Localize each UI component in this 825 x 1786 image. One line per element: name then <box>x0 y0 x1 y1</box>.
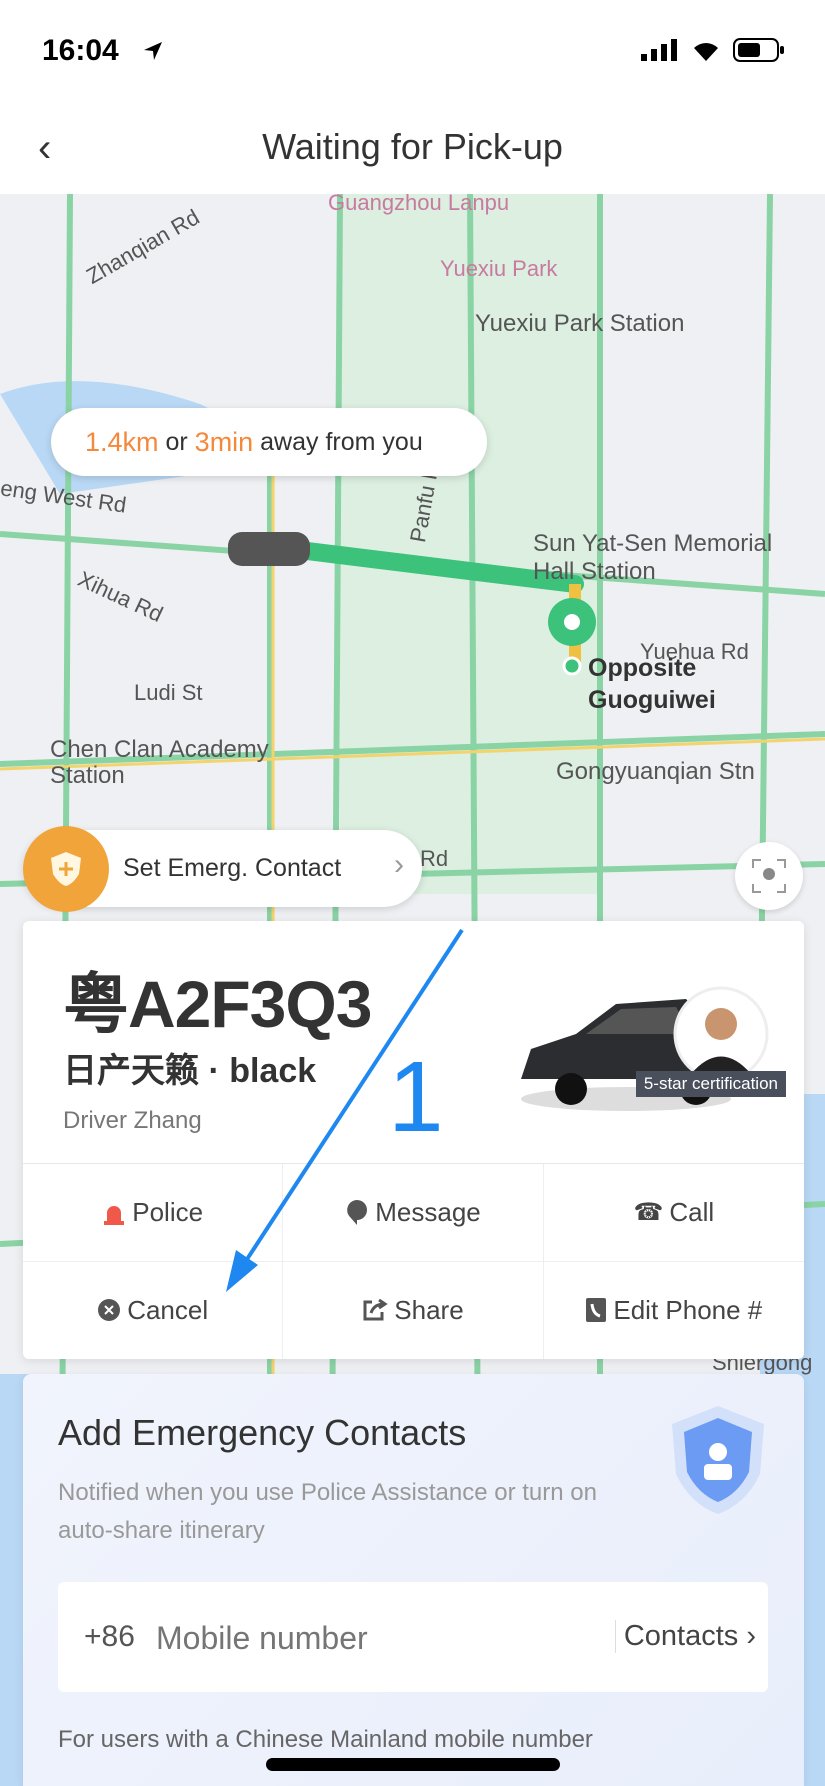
annotation-number: 1 <box>388 1041 444 1153</box>
edit-phone-icon <box>586 1298 607 1323</box>
police-button[interactable]: Police <box>23 1164 284 1262</box>
emergency-contacts-subtitle: Notified when you use Police Assistance … <box>58 1479 597 1544</box>
shield-plus-icon <box>23 826 109 912</box>
cancel-label: Cancel <box>127 1294 209 1325</box>
call-button[interactable]: ☎ Call <box>543 1164 804 1262</box>
map-label: Yuexiu Park <box>440 256 558 281</box>
chevron-right-icon: › <box>746 1620 756 1652</box>
map-label: Yuexiu Park Station <box>475 310 685 337</box>
share-button[interactable]: Share <box>283 1261 544 1359</box>
map-label: Hall Station <box>533 558 656 585</box>
pickup-label: Guoguiwei <box>588 686 716 714</box>
cancel-icon <box>98 1299 121 1322</box>
map-label: Station <box>50 762 125 789</box>
nav-header: ‹ Waiting for Pick-up <box>0 100 825 194</box>
alarm-icon <box>104 1206 125 1226</box>
battery-icon <box>733 38 784 62</box>
map-label: Chen Clan Academy <box>50 736 269 763</box>
pickup-label: Opposite <box>588 654 697 682</box>
cancel-button[interactable]: Cancel <box>23 1261 284 1359</box>
location-arrow-icon <box>144 42 162 60</box>
map-label: Guangzhou Lanpu <box>328 194 510 215</box>
eta-bubble: 1.4km or 3min away from you <box>51 408 487 476</box>
share-label: Share <box>394 1294 464 1325</box>
police-label: Police <box>132 1196 204 1227</box>
phone-icon: ☎ <box>633 1198 664 1226</box>
emergency-contacts-panel: Add Emergency Contacts Notified when you… <box>23 1374 804 1786</box>
eta-time: 3min <box>194 426 254 457</box>
mobile-number-input[interactable] <box>156 1620 556 1657</box>
country-code[interactable]: +86 <box>84 1620 135 1654</box>
eta-distance: 1.4km <box>85 426 159 457</box>
call-label: Call <box>669 1196 715 1227</box>
status-time: 16:04 <box>42 34 119 67</box>
message-icon <box>347 1200 368 1226</box>
emergency-contacts-title: Add Emergency Contacts <box>58 1412 467 1453</box>
message-label: Message <box>375 1196 481 1227</box>
driver-name: Driver Zhang <box>63 1107 202 1134</box>
certification-badge: 5-star certification <box>635 1071 786 1097</box>
home-indicator[interactable] <box>266 1758 560 1771</box>
eta-suffix: away from you <box>260 427 423 456</box>
edit-phone-button[interactable]: Edit Phone # <box>544 1262 804 1360</box>
car-image <box>521 986 769 1111</box>
mainland-note: For users with a Chinese Mainland mobile… <box>58 1726 593 1753</box>
map-label: Ludi St <box>134 680 203 705</box>
signal-icon <box>641 39 677 61</box>
eta-or: or <box>165 427 188 456</box>
recenter-button[interactable] <box>735 842 803 910</box>
locate-icon <box>752 859 786 893</box>
message-button[interactable]: Message <box>283 1164 544 1262</box>
contacts-label: Contacts <box>623 1620 739 1652</box>
car-model: 日产天籁 · black <box>63 1052 317 1090</box>
map-label: Gongyuanqian Stn <box>556 758 755 785</box>
status-bar: 16:04 <box>0 0 825 100</box>
share-icon <box>363 1299 389 1321</box>
contacts-button[interactable]: Contacts › <box>614 1620 756 1653</box>
chevron-right-icon: › <box>394 848 404 881</box>
map-label: Sun Yat-Sen Memorial <box>533 530 773 557</box>
map-label: Rd <box>420 846 449 871</box>
edit-phone-label: Edit Phone # <box>613 1294 763 1325</box>
wifi-icon <box>694 43 718 61</box>
set-emergency-contact-label: Set Emerg. Contact <box>123 854 342 882</box>
shield-person-icon <box>672 1406 764 1514</box>
phone-input-row: +86 Contacts › <box>58 1582 768 1692</box>
set-emergency-contact-button[interactable]: Set Emerg. Contact › <box>23 826 422 912</box>
license-plate: 粤A2F3Q3 <box>63 967 372 1041</box>
page-title: Waiting for Pick-up <box>262 126 563 167</box>
